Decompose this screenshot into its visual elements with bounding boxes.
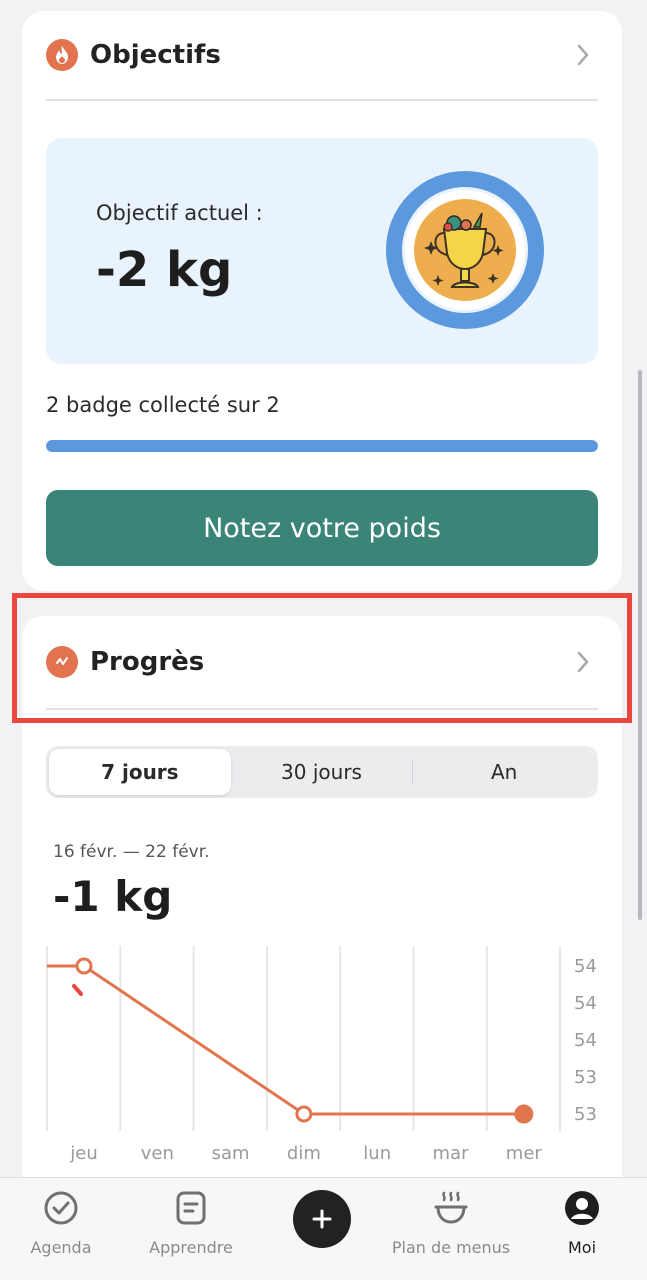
y-tick-label: 53 xyxy=(574,1067,597,1088)
nav-item-learn[interactable]: Apprendre xyxy=(126,1188,256,1257)
data-point[interactable] xyxy=(514,1104,534,1124)
objectives-card: Objectifs Objectif actuel : -2 kg 2 badg… xyxy=(22,11,622,591)
x-tick-label: lun xyxy=(363,1143,391,1164)
chevron-right-icon[interactable] xyxy=(568,647,598,677)
weight-delta: -1 kg xyxy=(53,872,173,921)
objectives-divider xyxy=(46,99,598,101)
flame-icon xyxy=(46,39,78,71)
objectives-header[interactable]: Objectifs xyxy=(46,11,598,99)
current-goal-label: Objectif actuel : xyxy=(96,201,263,225)
nav-label-learn: Apprendre xyxy=(149,1238,233,1257)
series-line xyxy=(83,964,524,1116)
y-tick-label: 54 xyxy=(574,1030,597,1051)
progress-header[interactable]: Progrès xyxy=(46,616,598,708)
progress-divider xyxy=(46,708,598,710)
nav-item-me[interactable]: Moi xyxy=(517,1188,647,1257)
data-point[interactable] xyxy=(75,957,93,975)
badge-count-text: 2 badge collecté sur 2 xyxy=(46,393,280,417)
plus-icon xyxy=(312,1209,332,1229)
tab-30-days[interactable]: 30 jours xyxy=(231,749,413,795)
x-tick-label: ven xyxy=(141,1143,174,1164)
current-goal-panel: Objectif actuel : -2 kg xyxy=(46,138,598,364)
chevron-right-icon[interactable] xyxy=(568,40,598,70)
add-button[interactable] xyxy=(293,1190,351,1248)
date-range: 16 févr. — 22 févr. xyxy=(53,842,210,862)
check-circle-icon xyxy=(41,1188,81,1228)
screen: Objectifs Objectif actuel : -2 kg 2 badg… xyxy=(0,0,647,1280)
y-tick-label: 54 xyxy=(574,956,597,977)
progress-icon xyxy=(46,646,78,678)
bottom-nav: Agenda Apprendre Plan de menus Moi xyxy=(0,1177,647,1280)
nav-item-meal-plan[interactable]: Plan de menus xyxy=(386,1188,516,1257)
nav-item-agenda[interactable]: Agenda xyxy=(0,1188,126,1257)
x-tick-label: dim xyxy=(287,1143,321,1164)
current-goal-value: -2 kg xyxy=(96,242,233,298)
dish-icon xyxy=(431,1188,471,1228)
data-point[interactable] xyxy=(295,1105,313,1123)
y-tick-label: 54 xyxy=(574,993,597,1014)
weight-line-chart: 54 54 54 53 53 jeu ven sam dim lun mar mer xyxy=(46,946,597,1164)
book-icon xyxy=(171,1188,211,1228)
user-icon xyxy=(562,1188,602,1228)
scrollbar[interactable] xyxy=(638,370,642,920)
tab-7-days[interactable]: 7 jours xyxy=(49,749,231,795)
x-tick-label: mer xyxy=(506,1143,543,1164)
log-weight-button[interactable]: Notez votre poids xyxy=(46,490,598,566)
progress-title: Progrès xyxy=(90,647,205,677)
y-tick-label: 53 xyxy=(574,1104,597,1125)
period-selector: 7 jours 30 jours An xyxy=(46,746,598,798)
tab-year[interactable]: An xyxy=(413,749,595,795)
objectives-title: Objectifs xyxy=(90,40,221,70)
badge-progress-bar xyxy=(46,440,598,452)
x-tick-label: mar xyxy=(433,1143,470,1164)
x-tick-label: jeu xyxy=(69,1143,97,1164)
annotation-mark xyxy=(72,984,83,996)
trophy-badge-icon xyxy=(386,171,544,329)
badge-progress-fill xyxy=(46,440,598,452)
nav-label-me: Moi xyxy=(567,1238,597,1257)
nav-label-agenda: Agenda xyxy=(30,1238,92,1257)
x-tick-label: sam xyxy=(212,1143,250,1164)
nav-label-meal-plan: Plan de menus xyxy=(391,1238,511,1257)
